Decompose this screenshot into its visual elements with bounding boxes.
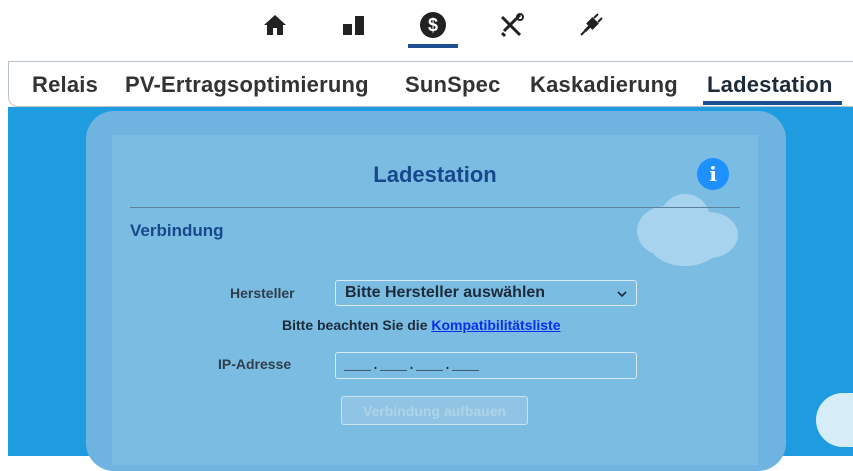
tab-sunspec[interactable]: SunSpec bbox=[405, 72, 501, 98]
tab-pv-ertragsoptimierung[interactable]: PV-Ertragsoptimierung bbox=[125, 72, 369, 98]
divider bbox=[130, 207, 740, 208]
tab-ladestation[interactable]: Ladestation bbox=[707, 72, 833, 98]
hint-text: Bitte beachten Sie die bbox=[282, 317, 428, 333]
info-icon[interactable]: i bbox=[697, 158, 729, 190]
manufacturer-selected-value: Bitte Hersteller auswählen bbox=[345, 284, 546, 301]
manufacturer-label: Hersteller bbox=[230, 285, 295, 301]
connect-button[interactable]: Verbindung aufbauen bbox=[341, 396, 528, 425]
chart-bars-icon[interactable] bbox=[338, 10, 370, 40]
tools-icon[interactable] bbox=[496, 10, 528, 40]
active-icon-indicator bbox=[408, 44, 458, 48]
cloud-decoration bbox=[816, 393, 853, 447]
section-title: Verbindung bbox=[130, 221, 224, 240]
compatibility-hint: Bitte beachten Sie die Kompatibilitätsli… bbox=[282, 317, 561, 333]
compatibility-list-link[interactable]: Kompatibilitätsliste bbox=[431, 317, 560, 333]
ip-address-input[interactable]: ___.___.___.___ bbox=[335, 352, 637, 379]
tab-relais[interactable]: Relais bbox=[32, 72, 98, 98]
chevron-down-icon bbox=[617, 291, 627, 298]
manufacturer-select[interactable]: Bitte Hersteller auswählen bbox=[335, 280, 637, 306]
home-icon[interactable] bbox=[259, 10, 291, 40]
svg-text:$: $ bbox=[428, 15, 438, 35]
active-tab-indicator bbox=[703, 101, 842, 105]
currency-icon[interactable]: $ bbox=[417, 10, 449, 40]
plug-icon[interactable] bbox=[575, 10, 607, 40]
page-title: Ladestation bbox=[373, 162, 497, 187]
ip-address-label: IP-Adresse bbox=[218, 356, 292, 372]
top-navigation: $ bbox=[0, 0, 853, 50]
tab-kaskadierung[interactable]: Kaskadierung bbox=[530, 72, 678, 98]
